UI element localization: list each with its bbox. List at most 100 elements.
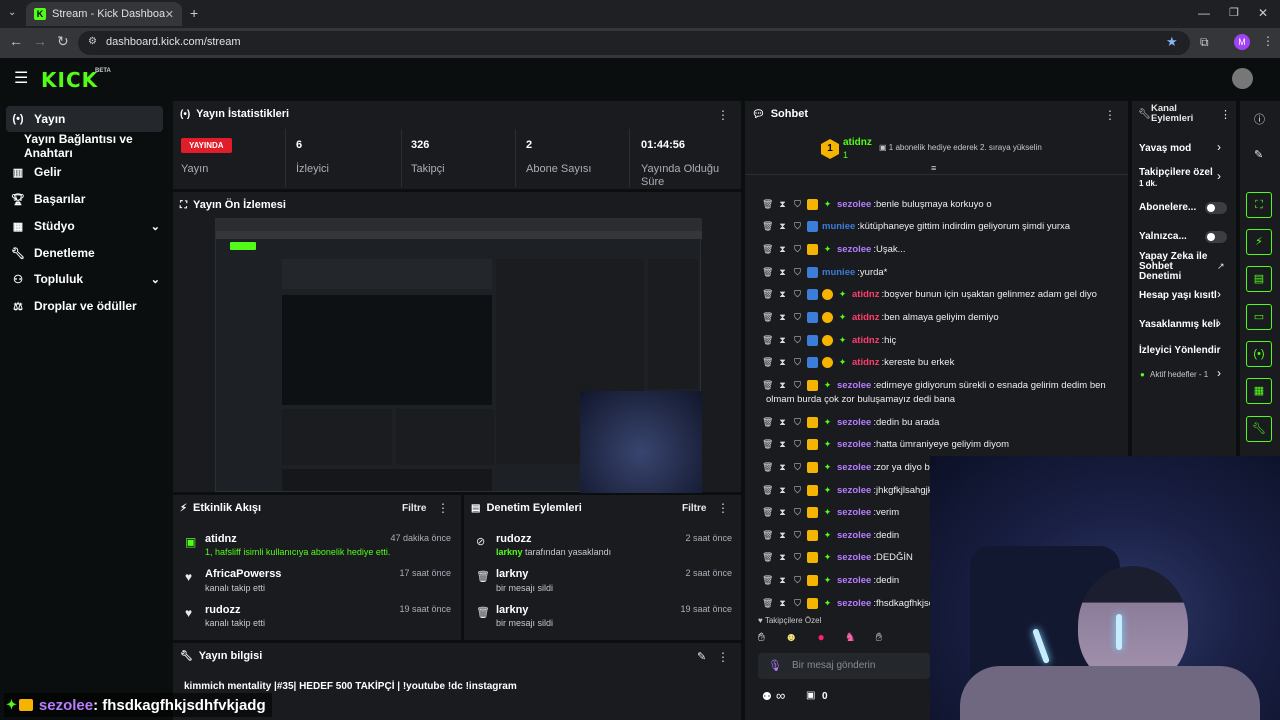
preview-video[interactable]	[215, 218, 702, 493]
emote-icon[interactable]: ●	[817, 630, 824, 648]
chat-username[interactable]: atidnz	[852, 357, 879, 368]
minimize-icon[interactable]: —	[1198, 6, 1210, 20]
timeout-icon[interactable]: ⧗	[777, 199, 788, 210]
chat-username[interactable]: sezolee	[837, 380, 871, 391]
chat-username[interactable]: atidnz	[852, 312, 879, 323]
emote-icon[interactable]: ✋︎	[876, 630, 883, 648]
wrench-icon[interactable]: 🔧︎	[1246, 416, 1272, 442]
extensions-icon[interactable]: ⧉	[1200, 35, 1209, 50]
shield-icon[interactable]: ⛉	[792, 439, 803, 450]
timeout-icon[interactable]: ⧗	[777, 485, 788, 496]
viewer-redirect-label[interactable]: İzleyici Yönlendir	[1139, 345, 1221, 356]
shield-icon[interactable]: ⛉	[792, 289, 803, 300]
followers-only-label[interactable]: Takipçilere özel	[1139, 167, 1213, 178]
info-icon[interactable]: ⓘ	[1254, 111, 1265, 127]
chat-username[interactable]: sezolee	[837, 485, 871, 496]
kick-logo[interactable]: KICK	[41, 68, 98, 92]
trash-icon[interactable]: 🗑︎	[762, 598, 773, 609]
trash-icon[interactable]: 🗑︎	[762, 575, 773, 586]
trash-icon[interactable]: 🗑︎	[762, 289, 773, 300]
broadcast-icon[interactable]: (•)	[1246, 341, 1272, 367]
chat-username[interactable]: sezolee	[837, 417, 871, 428]
activity-user[interactable]: rudozz	[205, 604, 240, 616]
ai-moderation-label[interactable]: Yapay Zeka ile Sohbet Denetimi	[1139, 252, 1213, 282]
chat-username[interactable]: sezolee	[837, 530, 871, 541]
lock-icon[interactable]: ▣	[806, 690, 815, 701]
sidebar-item-stream-key[interactable]: Yayın Bağlantısı ve Anahtarı	[24, 132, 170, 160]
timeout-icon[interactable]: ⧗	[777, 530, 788, 541]
sidebar-item-topluluk[interactable]: ⚇ Topluluk ⌄	[10, 268, 160, 290]
sidebar-item-basarilar[interactable]: 🏆︎ Başarılar	[10, 188, 85, 210]
pencil-icon[interactable]: ✎	[1254, 148, 1263, 161]
more-options-icon[interactable]: ⋮	[437, 501, 449, 515]
trash-icon[interactable]: 🗑︎	[762, 244, 773, 255]
edit-icon[interactable]: ✎	[697, 650, 706, 663]
maximize-icon[interactable]: ❐	[1229, 6, 1239, 19]
tab-close-icon[interactable]: ✕	[165, 8, 174, 21]
trash-icon[interactable]: 🗑︎	[762, 485, 773, 496]
sidebar-item-studyo[interactable]: ▦ Stüdyo ⌄	[10, 215, 160, 237]
more-options-icon[interactable]: ⋮	[1104, 108, 1116, 122]
shield-icon[interactable]: ⛉	[792, 244, 803, 255]
shield-icon[interactable]: ⛉	[792, 221, 803, 232]
trash-icon[interactable]: 🗑︎	[762, 507, 773, 518]
hamburger-menu-icon[interactable]: ☰	[14, 68, 28, 88]
filter-button[interactable]: Filtre	[402, 503, 426, 514]
shield-icon[interactable]: ⛉	[792, 552, 803, 563]
layout-icon[interactable]: ▦	[1246, 378, 1272, 404]
chevron-right-icon[interactable]: ›	[1217, 316, 1221, 330]
pinned-user[interactable]: atidnz	[843, 137, 872, 148]
new-tab-icon[interactable]: +	[190, 5, 198, 21]
chevron-right-icon[interactable]: ›	[1217, 140, 1221, 154]
sidebar-item-gelir[interactable]: ▥ Gelir	[10, 161, 62, 183]
timeout-icon[interactable]: ⧗	[777, 289, 788, 300]
sidebar-item-yayin[interactable]: (•) Yayın	[10, 108, 65, 130]
chat-username[interactable]: atidnz	[852, 335, 879, 346]
active-goals-label[interactable]: Aktif hedefler - 1	[1150, 370, 1208, 379]
user-avatar[interactable]	[1232, 68, 1253, 89]
profile-avatar[interactable]: M	[1234, 34, 1250, 50]
chevron-right-icon[interactable]: ›	[1217, 287, 1221, 301]
address-bar[interactable]: ⚙ dashboard.kick.com/stream ★	[78, 31, 1190, 55]
chat-username[interactable]: sezolee	[837, 575, 871, 586]
shield-icon[interactable]: ⛉	[792, 485, 803, 496]
more-options-icon[interactable]: ⋮	[1220, 108, 1231, 121]
external-link-icon[interactable]: ↗	[1217, 261, 1225, 272]
chat-input[interactable]: 🎙︎ Bir mesaj gönderin	[758, 653, 930, 679]
shield-icon[interactable]: ⛉	[792, 530, 803, 541]
chat-username[interactable]: atidnz	[852, 289, 879, 300]
shield-icon[interactable]: ⛉	[792, 267, 803, 278]
timeout-icon[interactable]: ⧗	[777, 552, 788, 563]
moderation-user[interactable]: larkny	[496, 568, 528, 580]
emote-icon[interactable]: ✋︎	[758, 630, 765, 648]
sidebar-item-droplar[interactable]: ⚖ Droplar ve ödüller	[10, 295, 137, 317]
timeout-icon[interactable]: ⧗	[777, 417, 788, 428]
chat-username[interactable]: sezolee	[837, 439, 871, 450]
users-icon[interactable]: ⚉	[762, 690, 772, 703]
moderation-actor[interactable]: larkny	[496, 547, 523, 557]
trash-icon[interactable]: 🗑︎	[762, 267, 773, 278]
window-close-icon[interactable]: ✕	[1258, 6, 1268, 20]
bookmark-star-icon[interactable]: ★	[1166, 34, 1178, 50]
timeout-icon[interactable]: ⧗	[777, 244, 788, 255]
shield-icon[interactable]: ⛉	[792, 380, 803, 391]
chat-username[interactable]: sezolee	[837, 462, 871, 473]
browser-menu-icon[interactable]: ⋮	[1262, 34, 1274, 48]
shield-icon[interactable]: ⛉	[792, 507, 803, 518]
chat-username[interactable]: sezolee	[837, 507, 871, 518]
timeout-icon[interactable]: ⧗	[777, 335, 788, 346]
timeout-icon[interactable]: ⧗	[777, 462, 788, 473]
activity-user[interactable]: AfricaPowerss	[205, 568, 281, 580]
shield-icon[interactable]: ⛉	[792, 575, 803, 586]
reload-icon[interactable]: ↻	[57, 33, 69, 50]
trash-icon[interactable]: 🗑︎	[762, 335, 773, 346]
chat-username[interactable]: sezolee	[837, 199, 871, 210]
timeout-icon[interactable]: ⧗	[777, 357, 788, 368]
collapse-icon[interactable]: ≡	[931, 163, 936, 173]
only-toggle[interactable]	[1205, 231, 1227, 243]
chat-bubble-icon[interactable]: ▭	[1246, 304, 1272, 330]
trash-icon[interactable]: 🗑︎	[762, 221, 773, 232]
filter-button[interactable]: Filtre	[682, 503, 706, 514]
chat-username[interactable]: sezolee	[837, 598, 871, 609]
trash-icon[interactable]: 🗑︎	[762, 439, 773, 450]
